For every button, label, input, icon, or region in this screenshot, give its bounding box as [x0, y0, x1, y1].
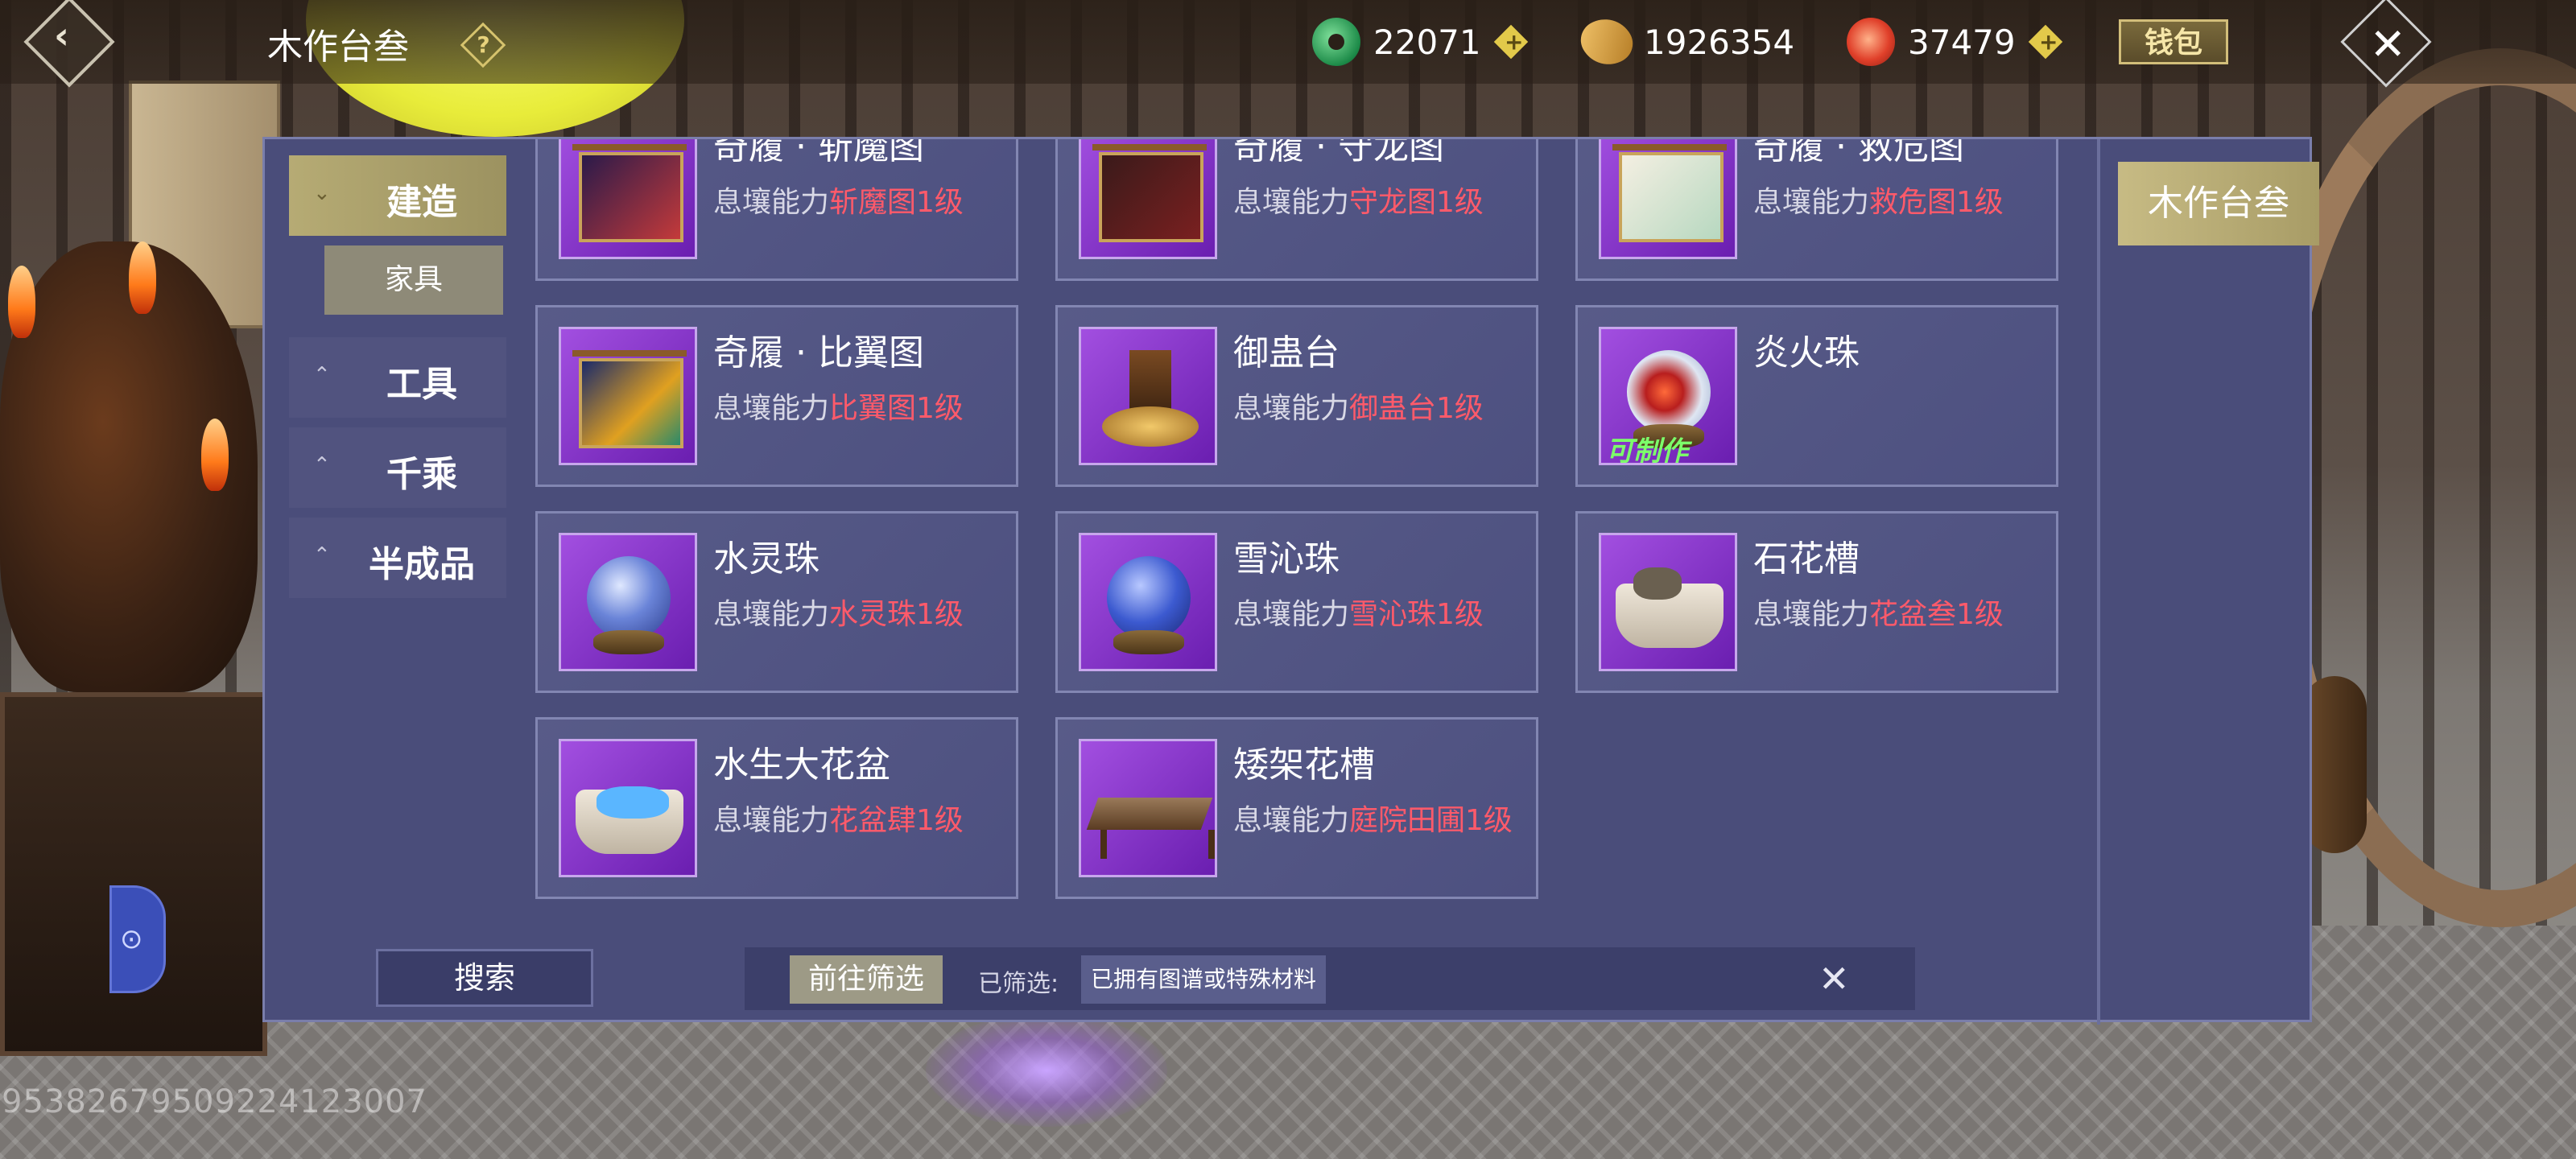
category-nav: ⌄ 建造 家具 ⌃ 工具 ⌃ 千乘 ⌃ 半成品 — [289, 155, 522, 608]
item-requirement: 息壤能力御蛊台1级 — [1233, 392, 1484, 425]
craftable-badge: 可制作 — [1606, 435, 1688, 465]
item-name: 奇履 · 守龙图 — [1233, 139, 1444, 167]
item-thumbnail — [1079, 139, 1217, 259]
item-card[interactable]: 可制作 炎火珠 — [1575, 305, 2058, 487]
nav-category-vehicles[interactable]: ⌃ 千乘 — [289, 427, 506, 508]
page-title: 木作台叁 — [267, 27, 409, 68]
item-card[interactable]: 奇履 · 比翼图 息壤能力比翼图1级 — [535, 305, 1018, 487]
currency-value: 1926354 — [1644, 22, 1795, 62]
item-card[interactable]: 奇履 · 守龙图 息壤能力守龙图1级 — [1055, 139, 1538, 281]
item-requirement: 息壤能力雪沁珠1级 — [1233, 598, 1484, 631]
item-thumbnail — [559, 739, 697, 877]
item-card[interactable]: 石花槽 息壤能力花盆叁1级 — [1575, 511, 2058, 693]
nav-category-build[interactable]: ⌄ 建造 — [289, 155, 506, 236]
item-card[interactable]: 矮架花槽 息壤能力庭院田圃1级 — [1055, 717, 1538, 899]
item-requirement: 息壤能力斩魔图1级 — [713, 186, 964, 219]
jade-coin-icon — [1312, 18, 1360, 66]
item-name: 御蛊台 — [1233, 332, 1340, 373]
item-name: 水灵珠 — [713, 538, 819, 580]
item-name: 奇履 · 救危图 — [1753, 139, 1964, 167]
item-requirement: 息壤能力花盆叁1级 — [1753, 598, 2004, 631]
item-thumbnail — [1599, 139, 1737, 259]
chevron-up-icon: ⌃ — [313, 543, 331, 567]
flame — [8, 266, 35, 338]
item-thumbnail — [1079, 739, 1217, 877]
item-thumbnail — [1599, 533, 1737, 671]
item-card[interactable]: 奇履 · 斩魔图 息壤能力斩魔图1级 — [535, 139, 1018, 281]
filter-tag[interactable]: 已拥有图谱或特殊材料 — [1081, 955, 1327, 1004]
item-thumbnail — [559, 139, 697, 259]
close-button[interactable]: ✕ — [2340, 0, 2432, 88]
item-name: 矮架花槽 — [1233, 744, 1375, 786]
gear-icon: ⊙ — [120, 923, 143, 955]
clear-filter-icon[interactable]: ✕ — [1818, 957, 1850, 1000]
nav-sub-furniture[interactable]: 家具 — [324, 245, 503, 315]
item-thumbnail — [559, 327, 697, 465]
item-card[interactable]: 水生大花盆 息壤能力花盆肆1级 — [535, 717, 1018, 899]
goto-filter-button[interactable]: 前往筛选 — [790, 955, 943, 1004]
item-card[interactable]: 奇履 · 救危图 息壤能力救危图1级 — [1575, 139, 2058, 281]
item-card[interactable]: 雪沁珠 息壤能力雪沁珠1级 — [1055, 511, 1538, 693]
nav-category-tools[interactable]: ⌃ 工具 — [289, 337, 506, 418]
ship-wheel — [2302, 676, 2367, 853]
item-thumbnail: 可制作 — [1599, 327, 1737, 465]
item-requirement: 息壤能力守龙图1级 — [1233, 186, 1484, 219]
add-swirl-button[interactable]: + — [2028, 24, 2062, 60]
leaf-coin-icon — [1574, 9, 1640, 75]
nav-category-semi-finished[interactable]: ⌃ 半成品 — [289, 518, 506, 598]
item-thumbnail — [1079, 533, 1217, 671]
item-name: 炎火珠 — [1753, 332, 1860, 373]
item-name: 水生大花盆 — [713, 744, 890, 786]
crafting-panel: ⌄ 建造 家具 ⌃ 工具 ⌃ 千乘 ⌃ 半成品 奇履 · 斩魔图 息壤能力斩魔图… — [262, 137, 2319, 1025]
item-thumbnail — [1079, 327, 1217, 465]
flame — [201, 419, 229, 491]
player-uid: 9538267950922412300​7 — [2, 1083, 427, 1120]
question-icon[interactable]: ? — [460, 22, 506, 68]
item-thumbnail — [559, 533, 697, 671]
back-button[interactable]: ‹ — [23, 0, 115, 88]
add-jade-button[interactable]: + — [1493, 24, 1528, 60]
item-name: 石花槽 — [1753, 538, 1860, 580]
tab-workbench[interactable]: 木作台叁 — [2118, 162, 2319, 245]
currency-value: 37479 — [1908, 22, 2016, 62]
item-card[interactable]: 御蛊台 息壤能力御蛊台1级 — [1055, 305, 1538, 487]
currency-swirl: 37479 + — [1847, 16, 2062, 68]
close-icon: ✕ — [2369, 19, 2406, 70]
item-name: 雪沁珠 — [1233, 538, 1340, 580]
item-requirement: 息壤能力比翼图1级 — [713, 392, 964, 425]
wallet-button[interactable]: 钱包 — [2119, 19, 2228, 64]
chevron-down-icon: ⌄ — [313, 181, 331, 205]
panel-divider — [2097, 139, 2100, 1025]
filtered-label: 已筛选: — [978, 970, 1059, 998]
top-bar: ‹ 木作台叁 ? 22071 + 1926354 37479 + 钱包 ✕ — [0, 0, 2576, 88]
carved-chest — [0, 692, 267, 1056]
search-button[interactable]: 搜索 — [376, 949, 593, 1007]
item-name: 奇履 · 斩魔图 — [713, 139, 924, 167]
side-drawer-handle[interactable]: ⊙ — [109, 885, 166, 993]
item-requirement: 息壤能力水灵珠1级 — [713, 598, 964, 631]
filter-bar: 前往筛选 已筛选: 已拥有图谱或特殊材料 ✕ — [745, 947, 1915, 1010]
currency-jade: 22071 + — [1312, 16, 1528, 68]
purple-glow — [926, 1014, 1167, 1127]
currency-value: 22071 — [1373, 22, 1481, 62]
chevron-up-icon: ⌃ — [313, 363, 331, 387]
item-grid: 奇履 · 斩魔图 息壤能力斩魔图1级 奇履 · 守龙图 息壤能力守龙图1级 奇履… — [535, 139, 2097, 920]
item-card[interactable]: 水灵珠 息壤能力水灵珠1级 — [535, 511, 1018, 693]
swirl-coin-icon — [1847, 18, 1895, 66]
item-requirement: 息壤能力庭院田圃1级 — [1233, 804, 1513, 837]
item-requirement: 息壤能力花盆肆1级 — [713, 804, 964, 837]
chevron-up-icon: ⌃ — [313, 453, 331, 477]
item-name: 奇履 · 比翼图 — [713, 332, 924, 373]
flame — [129, 241, 156, 314]
currency-leaf: 1926354 — [1574, 9, 1795, 75]
item-requirement: 息壤能力救危图1级 — [1753, 186, 2004, 219]
back-arrow-icon: ‹ — [53, 13, 69, 57]
